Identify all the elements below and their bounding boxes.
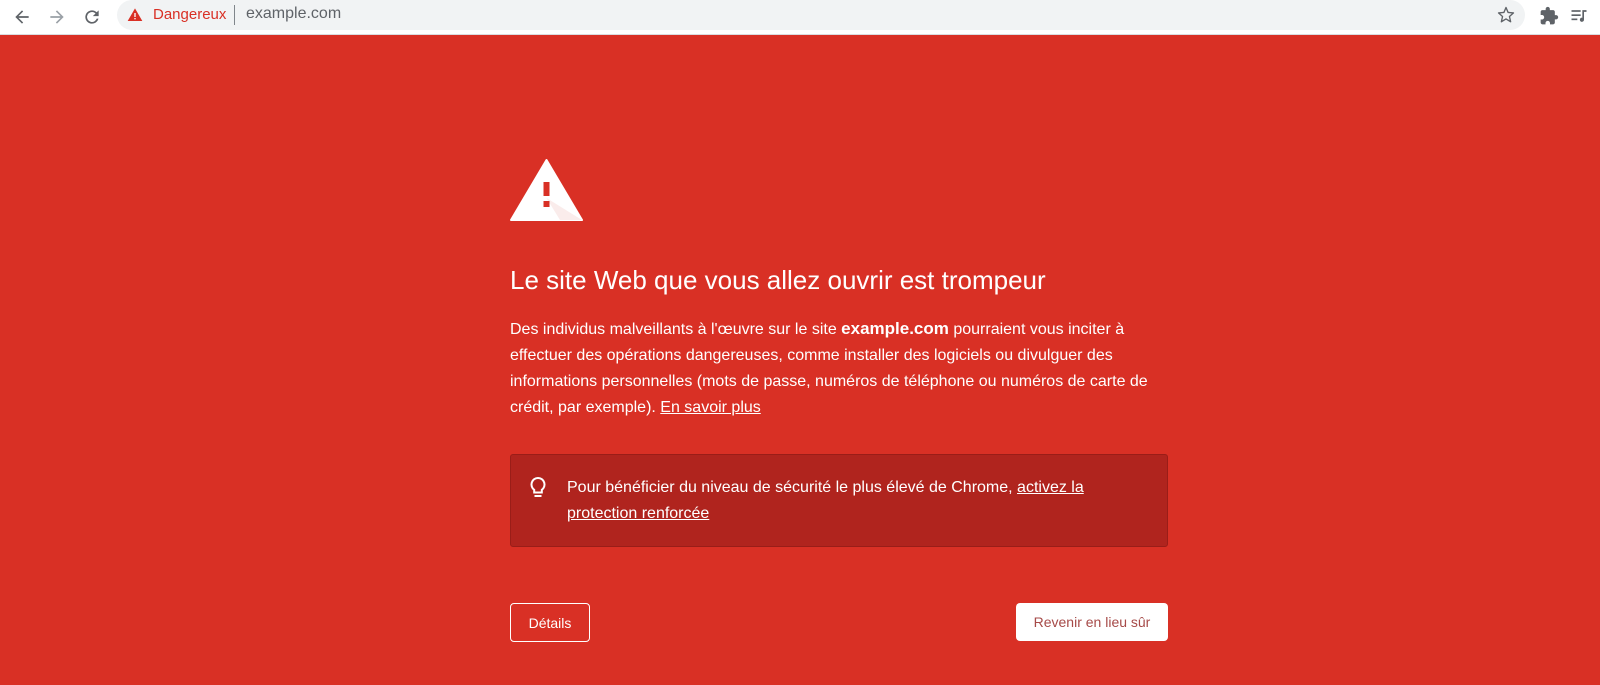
forward-button[interactable]: [43, 3, 71, 31]
media-queue-icon: [1571, 10, 1587, 22]
browser-toolbar: Dangereux example.com: [0, 0, 1600, 35]
details-button[interactable]: Détails: [510, 603, 590, 642]
danger-triangle-icon: [510, 159, 583, 221]
description-start: Des individus malveillants à l'œuvre sur…: [510, 321, 842, 338]
omnibox-separator: [234, 5, 235, 25]
enhanced-protection-callout: Pour bénéficier du niveau de sécurité le…: [510, 454, 1168, 547]
callout-message: Pour bénéficier du niveau de sécurité le…: [567, 479, 1018, 496]
back-to-safety-button[interactable]: Revenir en lieu sûr: [1016, 603, 1168, 641]
site-domain: example.com: [841, 319, 949, 338]
omnibox[interactable]: Dangereux example.com: [117, 0, 1525, 30]
security-status-label[interactable]: Dangereux: [153, 6, 226, 23]
puzzle-icon: [1540, 6, 1559, 25]
arrow-left-icon: [15, 10, 29, 24]
media-controls-button[interactable]: [1567, 4, 1591, 28]
star-icon: [1497, 6, 1515, 23]
back-button[interactable]: [8, 3, 36, 31]
bookmark-star-button[interactable]: [1494, 3, 1518, 27]
learn-more-link[interactable]: En savoir plus: [660, 399, 761, 416]
warning-description: Des individus malveillants à l'œuvre sur…: [510, 316, 1170, 421]
page-title: Le site Web que vous allez ouvrir est tr…: [510, 265, 1046, 295]
extensions-button[interactable]: [1537, 4, 1561, 28]
arrow-right-icon: [50, 10, 64, 24]
reload-icon: [85, 10, 99, 24]
url-text[interactable]: example.com: [246, 5, 341, 23]
warning-icon[interactable]: [127, 7, 143, 23]
lightbulb-icon: [530, 476, 546, 497]
reload-button[interactable]: [78, 3, 106, 31]
callout-text: Pour bénéficier du niveau de sécurité le…: [567, 475, 1127, 527]
